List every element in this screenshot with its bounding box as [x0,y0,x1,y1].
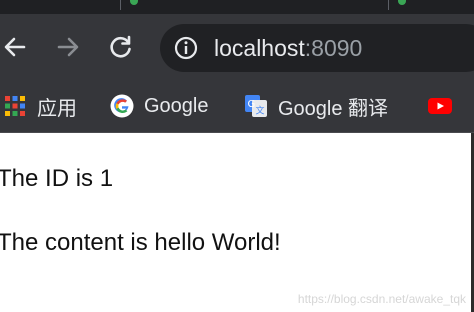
arrow-right-icon [57,37,79,57]
youtube-icon [428,98,452,114]
svg-text:G: G [248,99,256,110]
google-translate-icon: G 文 [245,95,267,117]
url-port: :8090 [304,35,363,61]
reload-button[interactable] [106,32,136,62]
id-text: The ID is 1 [0,165,114,192]
google-icon [110,94,134,118]
browser-window: localhost:8090 应用 Google G 文 Google 翻译 T… [0,0,474,312]
tab-divider [388,0,389,10]
tab-strip [0,0,474,14]
bookmark-youtube[interactable] [428,88,462,124]
info-icon[interactable] [174,36,198,60]
bookmarks-bar: 应用 Google G 文 Google 翻译 [0,80,474,133]
apps-grid-icon [5,96,25,116]
address-bar[interactable]: localhost:8090 [160,24,474,72]
page-content: The ID is 1 The content is hello World! … [0,133,474,312]
bookmark-label: 应用 [37,97,77,120]
content-text: The content is hello World! [0,229,281,256]
bookmark-google-translate[interactable]: G 文 Google 翻译 [244,88,388,124]
browser-toolbar: localhost:8090 [0,14,474,80]
bookmark-apps[interactable]: 应用 [3,88,77,124]
url-text[interactable]: localhost:8090 [214,33,362,63]
arrow-left-icon [4,37,26,57]
back-button[interactable] [0,32,30,62]
tab-divider [120,0,121,10]
bookmark-label: Google [144,94,209,117]
tab-indicator [130,0,138,5]
svg-text:文: 文 [256,105,265,117]
tab-indicator [398,0,406,5]
forward-button[interactable] [53,32,83,62]
reload-icon [110,35,131,58]
watermark: https://blog.csdn.net/awake_tqk [297,292,466,306]
bookmark-label: Google 翻译 [278,97,389,120]
url-host: localhost [214,35,305,61]
bookmark-google[interactable]: Google [110,88,209,124]
